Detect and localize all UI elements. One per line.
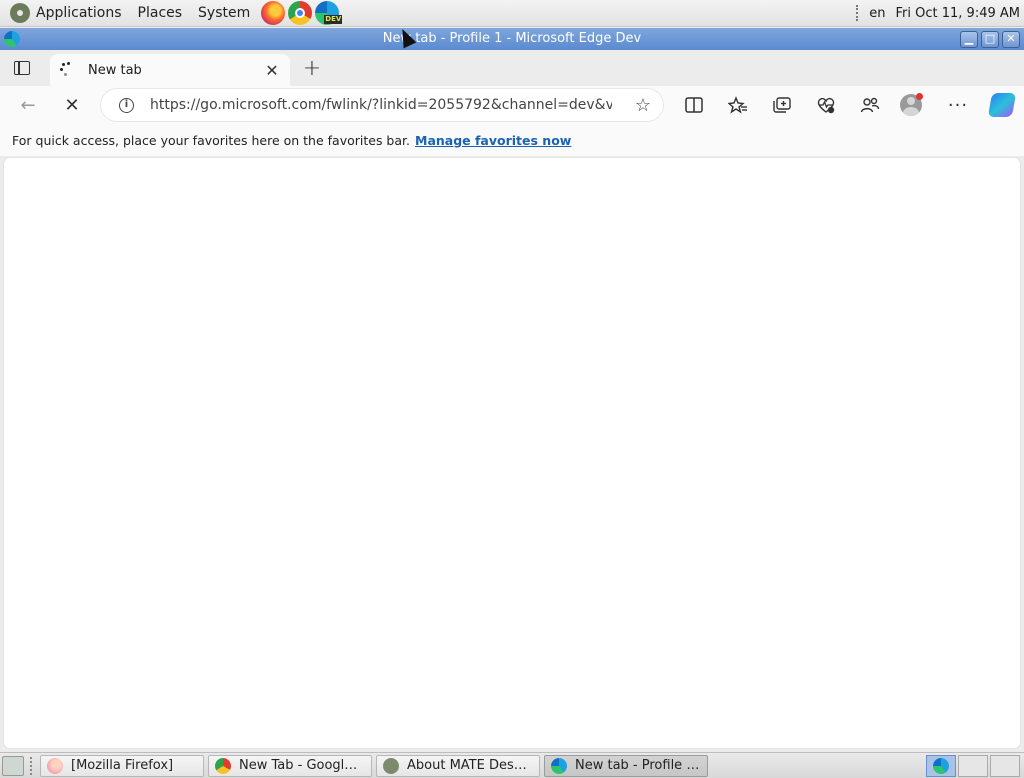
edge-icon [933,757,949,774]
people-icon [860,97,880,113]
back-button[interactable]: ← [10,89,46,121]
tab-strip: New tab ✕ + [0,50,1024,86]
edge-icon [551,757,567,774]
split-screen-button[interactable] [672,89,716,121]
loading-spinner-icon [60,62,76,78]
share-people-button[interactable] [848,89,892,121]
system-menu-label: System [198,5,251,21]
system-menu[interactable]: System [190,0,258,27]
workspace-switcher [926,754,1020,777]
minimize-button[interactable]: ▁ [960,30,978,48]
collections-icon [773,97,791,113]
system-tray: en Fri Oct 11, 9:49 AM [856,5,1024,21]
stop-icon: ✕ [64,94,80,116]
address-bar[interactable]: i https://go.microsoft.com/fwlink/?linki… [101,89,663,121]
firefox-launcher-icon[interactable] [261,1,286,25]
workspace-1[interactable] [926,754,956,777]
profile-button[interactable] [892,89,936,121]
tray-separator [856,5,859,21]
mate-logo-icon [10,3,30,23]
taskbar-item-about-mate[interactable]: About MATE Deskto... [376,754,540,777]
keyboard-layout-indicator[interactable]: en [869,6,885,21]
favorites-bar: For quick access, place your favorites h… [0,124,1024,156]
taskbar-item-label: New tab - Profile 1 -... [575,758,701,773]
top-panel: Applications Places System DEV en Fri Oc… [0,0,1024,27]
favorites-bar-message: For quick access, place your favorites h… [12,132,410,148]
tab-actions-icon [14,61,30,75]
copilot-button[interactable] [980,89,1024,121]
url-text[interactable]: https://go.microsoft.com/fwlink/?linkid=… [150,97,612,113]
window-controls: ▁ □ ✕ [960,30,1024,48]
favorites-icon [728,96,747,114]
site-info-icon[interactable]: i [119,97,134,113]
taskbar-item-firefox[interactable]: [Mozilla Firefox] [40,754,204,777]
places-menu-label: Places [137,5,183,21]
firefox-icon [47,757,63,774]
copilot-icon [987,93,1017,117]
tab-actions-menu-button[interactable] [0,50,44,86]
workspace-2[interactable] [958,754,988,777]
window-titlebar[interactable]: New tab - Profile 1 - Microsoft Edge Dev… [0,28,1024,50]
applications-menu[interactable]: Applications [0,0,130,27]
add-favorite-star-icon[interactable]: ☆ [635,95,651,116]
show-desktop-button[interactable] [2,755,24,776]
favorites-button[interactable] [716,89,760,121]
mate-icon [383,757,399,774]
chrome-launcher-icon[interactable] [288,1,313,25]
collections-button[interactable] [760,89,804,121]
clock[interactable]: Fri Oct 11, 9:49 AM [896,6,1020,21]
page-content-area[interactable] [4,158,1020,748]
chrome-icon [215,757,231,774]
taskbar-item-label: About MATE Deskto... [407,758,533,773]
browser-essentials-button[interactable] [804,89,848,121]
taskbar-grip [30,756,34,775]
new-tab-button[interactable]: + [296,52,328,84]
window-title: New tab - Profile 1 - Microsoft Edge Dev [382,31,642,46]
taskbar-item-label: [Mozilla Firefox] [71,758,174,773]
tab-close-icon[interactable]: ✕ [264,61,280,80]
taskbar-item-chrome[interactable]: New Tab - Google ... [208,754,372,777]
notification-dot [915,92,923,100]
split-screen-icon [685,97,703,113]
places-menu[interactable]: Places [130,0,191,27]
back-arrow-icon: ← [20,94,36,116]
maximize-button[interactable]: □ [981,30,999,48]
taskbar-item-label: New Tab - Google ... [239,758,365,773]
dev-badge: DEV [324,15,343,24]
settings-more-button[interactable]: ··· [936,89,980,121]
applications-menu-label: Applications [36,5,122,21]
close-button[interactable]: ✕ [1002,30,1020,48]
taskbar-item-edge[interactable]: New tab - Profile 1 -... [544,754,708,777]
more-options-icon: ··· [947,94,969,116]
browser-toolbar: ← ✕ i https://go.microsoft.com/fwlink/?l… [0,86,1024,124]
tab-new-tab[interactable]: New tab ✕ [50,54,290,86]
stop-loading-button[interactable]: ✕ [54,89,90,121]
workspace-3[interactable] [990,754,1020,777]
tab-title: New tab [88,62,142,78]
heart-pulse-icon [817,97,835,114]
manage-favorites-link[interactable]: Manage favorites now [415,133,571,148]
toolbar-right-tools: ··· [672,89,1024,121]
edge-dev-launcher-icon[interactable]: DEV [315,1,343,25]
bottom-taskbar: [Mozilla Firefox] New Tab - Google ... A… [0,752,1024,778]
